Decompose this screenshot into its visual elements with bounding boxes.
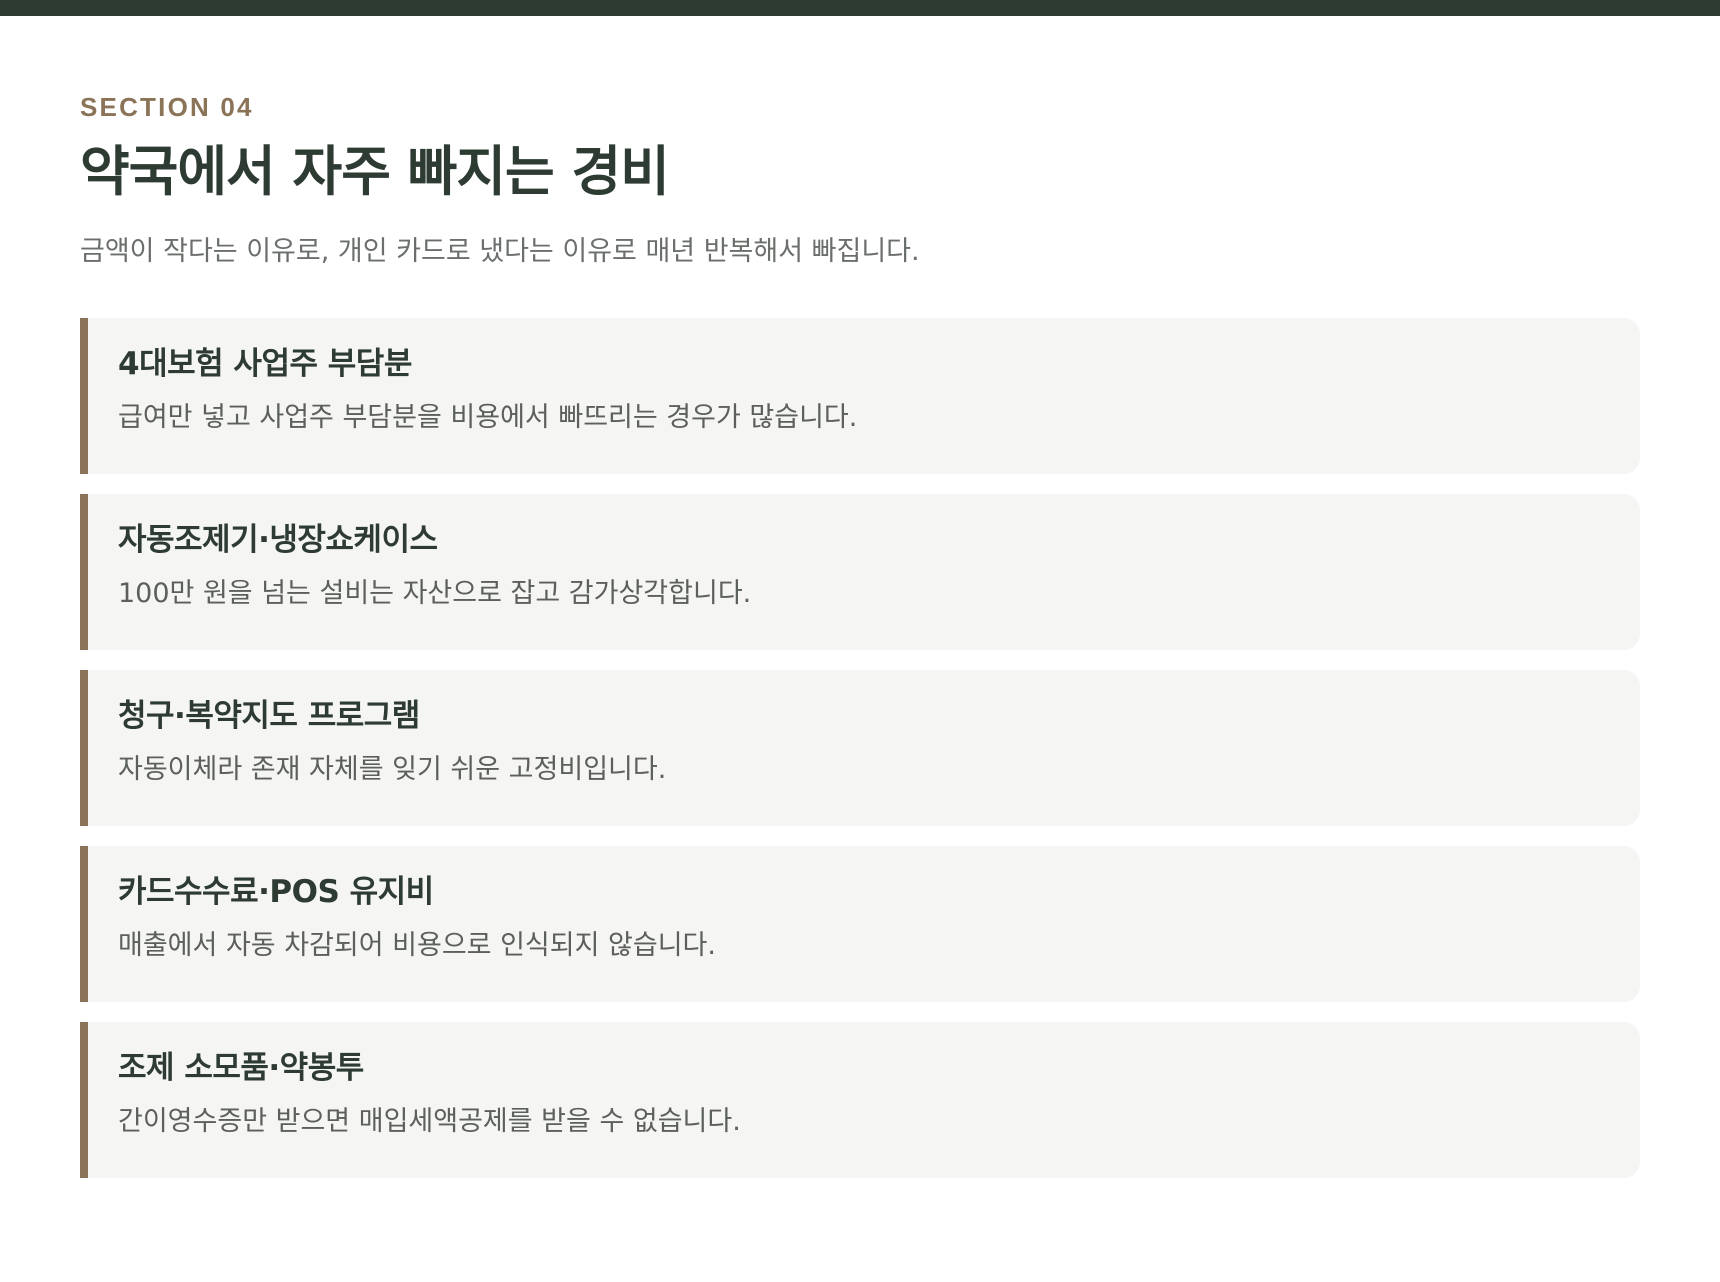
expense-card: 자동조제기·냉장쇼케이스 100만 원을 넘는 설비는 자산으로 잡고 감가상각…	[80, 494, 1640, 650]
expense-card: 조제 소모품·약봉투 간이영수증만 받으면 매입세액공제를 받을 수 없습니다.	[80, 1022, 1640, 1178]
expense-card-title: 청구·복약지도 프로그램	[118, 698, 420, 734]
top-bar	[0, 0, 1720, 16]
expense-card-description: 간이영수증만 받으면 매입세액공제를 받을 수 없습니다.	[118, 1106, 741, 1137]
expense-card: 4대보험 사업주 부담분 급여만 넣고 사업주 부담분을 비용에서 빠뜨리는 경…	[80, 318, 1640, 474]
expense-card-list: 4대보험 사업주 부담분 급여만 넣고 사업주 부담분을 비용에서 빠뜨리는 경…	[80, 318, 1640, 1178]
expense-card-title: 조제 소모품·약봉투	[118, 1050, 364, 1086]
section-lead: 금액이 작다는 이유로, 개인 카드로 냈다는 이유로 매년 반복해서 빠집니다…	[80, 236, 920, 267]
expense-card: 카드수수료·POS 유지비 매출에서 자동 차감되어 비용으로 인식되지 않습니…	[80, 846, 1640, 1002]
expense-card: 청구·복약지도 프로그램 자동이체라 존재 자체를 잊기 쉬운 고정비입니다.	[80, 670, 1640, 826]
expense-card-description: 100만 원을 넘는 설비는 자산으로 잡고 감가상각합니다.	[118, 578, 752, 609]
expense-card-title: 카드수수료·POS 유지비	[118, 874, 434, 910]
expense-card-description: 매출에서 자동 차감되어 비용으로 인식되지 않습니다.	[118, 930, 716, 961]
expense-card-title: 자동조제기·냉장쇼케이스	[118, 522, 438, 558]
expense-card-title: 4대보험 사업주 부담분	[118, 346, 412, 382]
section-content: SECTION 04 약국에서 자주 빠지는 경비 금액이 작다는 이유로, 개…	[80, 90, 1640, 1198]
expense-card-description: 급여만 넣고 사업주 부담분을 비용에서 빠뜨리는 경우가 많습니다.	[118, 402, 858, 433]
section-label: SECTION 04	[80, 92, 254, 122]
page-title: 약국에서 자주 빠지는 경비	[80, 140, 670, 203]
expense-card-description: 자동이체라 존재 자체를 잊기 쉬운 고정비입니다.	[118, 754, 667, 785]
